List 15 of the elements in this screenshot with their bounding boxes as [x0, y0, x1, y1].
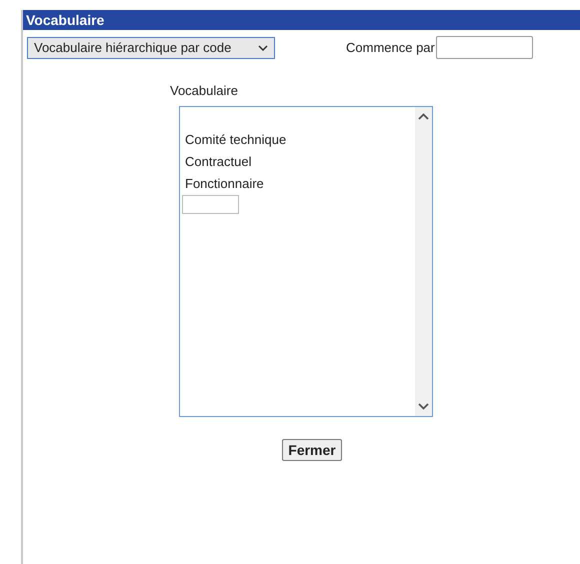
field-label: Commence par [346, 38, 435, 57]
close-button[interactable]: Fermer [282, 438, 342, 460]
chevron-down-icon[interactable] [418, 402, 429, 410]
vocabulary-dropdown[interactable]: Vocabulaire hiérarchique par code [27, 36, 275, 58]
input-field[interactable] [436, 36, 533, 59]
list-item[interactable]: Comité technique [185, 130, 286, 148]
window-title: Vocabulaire [23, 10, 580, 30]
vocabulary-list[interactable]: Comité technique Contractuel Fonctionnaire [179, 106, 433, 416]
list-item[interactable]: Contractuel [185, 152, 252, 170]
scrollbar[interactable] [415, 106, 432, 416]
list-item[interactable]: Fonctionnaire [185, 174, 264, 192]
list-label: Vocabulaire [170, 82, 238, 100]
chevron-down-icon [258, 44, 268, 50]
input-field[interactable] [182, 194, 239, 214]
chevron-up-icon[interactable] [418, 112, 429, 120]
